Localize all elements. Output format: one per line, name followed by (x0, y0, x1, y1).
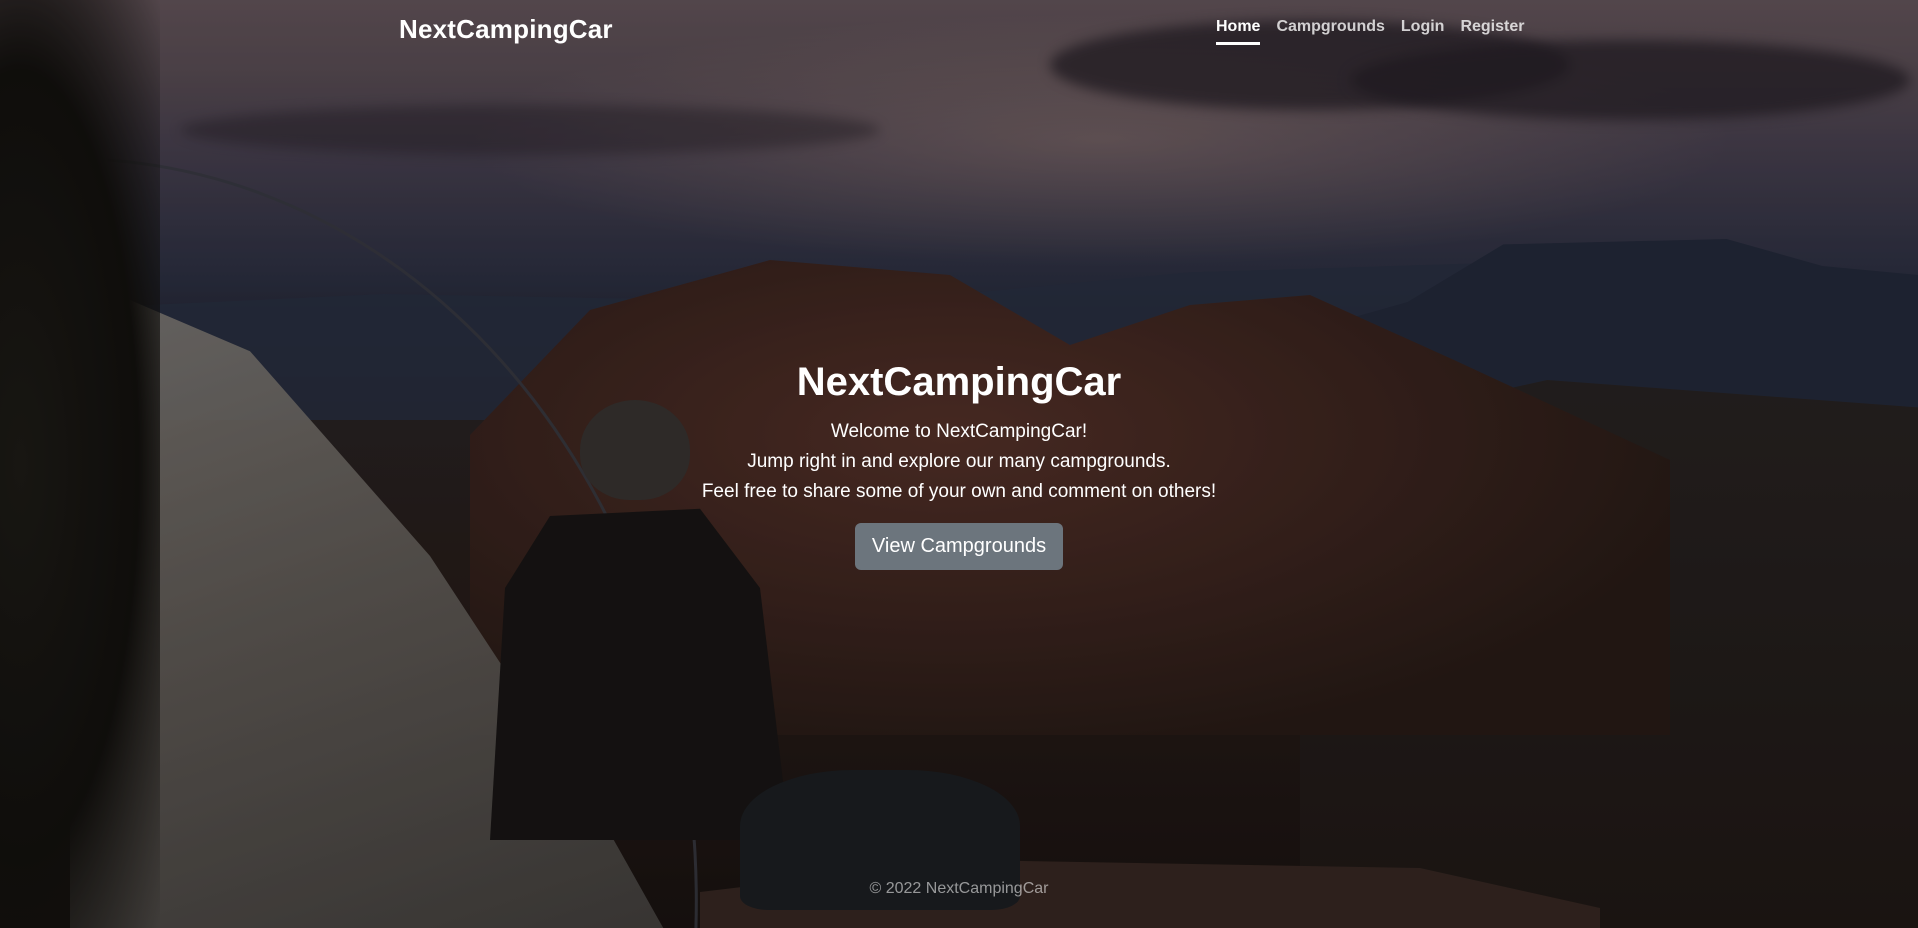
nav-home-link[interactable]: Home (1216, 18, 1261, 45)
brand-link[interactable]: NextCampingCar (399, 14, 613, 45)
footer: © 2022 NextCampingCar (0, 880, 1918, 898)
nav-login-link[interactable]: Login (1401, 18, 1445, 45)
navbar: NextCampingCar Home Campgrounds Login Re… (0, 0, 1918, 64)
nav-campgrounds-link[interactable]: Campgrounds (1276, 18, 1384, 45)
hero-welcome-text: Welcome to NextCampingCar! (830, 421, 1088, 442)
nav-links: Home Campgrounds Login Register (1216, 18, 1524, 45)
hero-explore-text: Jump right in and explore our many campg… (747, 451, 1171, 472)
footer-copyright: © 2022 NextCampingCar (869, 880, 1049, 897)
view-campgrounds-button[interactable]: View Campgrounds (854, 523, 1064, 570)
hero-background-image: NextCampingCar Home Campgrounds Login Re… (0, 0, 1918, 928)
nav-register-link[interactable]: Register (1460, 18, 1524, 45)
hero-title: NextCampingCar (796, 360, 1122, 404)
hero-share-text: Feel free to share some of your own and … (701, 481, 1217, 502)
hero-section: NextCampingCar Welcome to NextCampingCar… (0, 360, 1918, 570)
